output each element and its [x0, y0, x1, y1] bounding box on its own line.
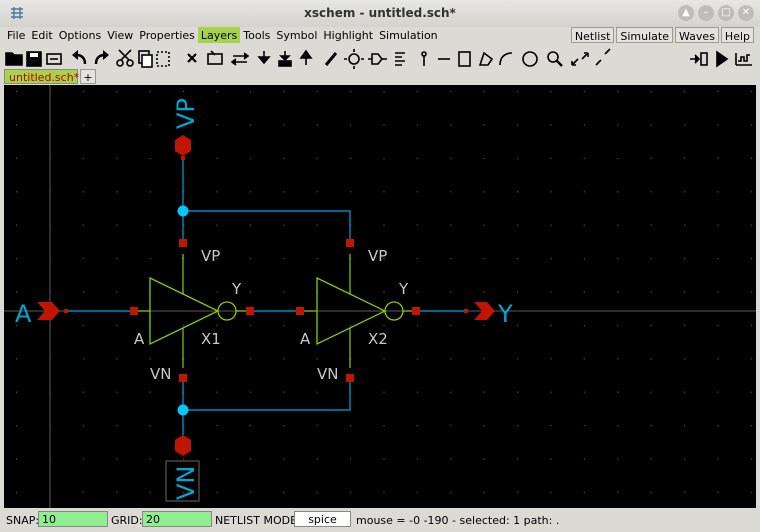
zoom-in-icon[interactable] [571, 52, 589, 66]
pin-y[interactable] [246, 307, 254, 315]
snap-field[interactable]: 10 [38, 511, 108, 527]
menu-simulate-button[interactable]: Simulate [616, 27, 673, 43]
menu-layers[interactable]: Layers [197, 27, 241, 43]
pin-a[interactable] [130, 307, 138, 315]
simulate-icon[interactable] [716, 50, 729, 68]
menu-waves-button[interactable]: Waves [675, 27, 719, 43]
snap-label: SNAP: [6, 514, 40, 527]
netlist-mode-label: NETLIST MODE: [215, 514, 301, 527]
text-icon[interactable] [395, 52, 405, 66]
junction-dot [177, 205, 189, 217]
wire-icon[interactable] [324, 52, 338, 66]
pin-vn[interactable] [346, 374, 354, 382]
bus-icon[interactable] [368, 53, 387, 65]
label-y: Y [231, 280, 242, 298]
label-vp: VP [368, 247, 387, 265]
window-up-icon[interactable]: ▲ [678, 5, 694, 21]
menu-tools[interactable]: Tools [240, 27, 273, 43]
pin-icon[interactable] [421, 51, 427, 66]
toolbar-icons [5, 48, 752, 69]
grid-field[interactable]: 20 [142, 511, 212, 527]
label-vn: VN [317, 365, 338, 383]
maximize-icon[interactable]: □ [718, 5, 734, 21]
new-tab-button[interactable]: + [80, 69, 96, 84]
pin-vp[interactable] [179, 239, 187, 247]
line-icon[interactable] [344, 49, 364, 69]
label-a: A [134, 330, 145, 348]
ascend-icon[interactable] [299, 49, 313, 65]
label-vn: VN [150, 365, 171, 383]
menu-simulation[interactable]: Simulation [376, 27, 441, 43]
menu-netlist-button[interactable]: Netlist [570, 27, 615, 43]
menu-help-button[interactable]: Help [720, 27, 754, 43]
grid-label: GRID: [111, 514, 143, 527]
pin-a[interactable] [296, 307, 304, 315]
descend-icon[interactable] [278, 51, 292, 67]
junction-dot [177, 404, 189, 416]
port-pin [464, 309, 468, 313]
delete-icon[interactable] [187, 53, 197, 63]
cut-icon[interactable] [116, 49, 134, 67]
menu-highlight[interactable]: Highlight [320, 27, 376, 43]
arc-icon[interactable] [499, 52, 513, 66]
polygon-icon[interactable] [478, 51, 494, 66]
close-icon[interactable]: ✕ [738, 5, 754, 21]
copy-icon[interactable] [138, 50, 153, 68]
instance-name: X2 [368, 330, 388, 348]
port-label: A [15, 300, 32, 328]
redo-icon[interactable] [94, 50, 109, 65]
waves-icon[interactable] [735, 53, 752, 66]
save-icon[interactable] [26, 51, 42, 67]
port-label: VN [172, 466, 200, 500]
reload-icon[interactable] [46, 53, 62, 65]
pin-vn[interactable] [179, 374, 187, 382]
label-y: Y [398, 280, 409, 298]
netlist-mode-field[interactable]: spice [294, 511, 351, 527]
select-icon[interactable] [207, 50, 223, 65]
menu-view[interactable]: View [104, 27, 136, 43]
tab-untitled[interactable]: untitled.sch* [4, 69, 79, 84]
menu-edit[interactable]: Edit [28, 27, 55, 43]
menu-symbol[interactable]: Symbol [273, 27, 320, 43]
menu-file[interactable]: File [4, 27, 28, 43]
menu-properties[interactable]: Properties [136, 27, 198, 43]
xschem-window: xschem - untitled.sch* ▲ – □ ✕ File Edit O… [0, 0, 760, 532]
instance-name: X1 [201, 330, 221, 348]
window-title: xschem - untitled.sch* [304, 6, 456, 20]
schematic-drawing: VP VN A Y X1 VP VN A Y X2 VP VN A Y [4, 85, 756, 508]
zoom-out-icon[interactable] [595, 48, 611, 66]
paste-icon[interactable] [156, 51, 170, 67]
port-label: Y [497, 300, 513, 328]
netlist-icon[interactable] [690, 52, 708, 66]
port-pin [181, 156, 185, 160]
push-icon[interactable] [257, 51, 271, 65]
menu-options[interactable]: Options [56, 27, 104, 43]
grid [4, 85, 756, 508]
label-a: A [300, 330, 311, 348]
menu-bar: File Edit Options View Properties Layers Tools… [0, 27, 760, 45]
undo-icon[interactable] [72, 50, 87, 65]
status-message: mouse = -0 -190 - selected: 1 path: . [356, 514, 560, 527]
open-icon[interactable] [5, 52, 23, 66]
tab-bar: untitled.sch* + [0, 69, 760, 85]
port-pin [64, 309, 68, 313]
move-icon[interactable] [230, 52, 250, 66]
rect-icon[interactable] [458, 51, 471, 67]
pin-y[interactable] [412, 307, 420, 315]
label-vp: VP [201, 247, 220, 265]
pin-vp[interactable] [346, 239, 354, 247]
minimize-icon[interactable]: – [698, 5, 714, 21]
status-bar: SNAP: 10 GRID: 20 NETLIST MODE: spice mo… [0, 509, 760, 532]
port-label: VP [172, 98, 200, 129]
toolbar [0, 45, 760, 69]
zoom-icon[interactable] [547, 51, 563, 67]
circle-icon[interactable] [522, 51, 538, 67]
schematic-canvas[interactable]: VP VN A Y X1 VP VN A Y X2 VP VN A Y [4, 85, 756, 508]
title-bar: xschem - untitled.sch* ▲ – □ ✕ [0, 0, 760, 28]
